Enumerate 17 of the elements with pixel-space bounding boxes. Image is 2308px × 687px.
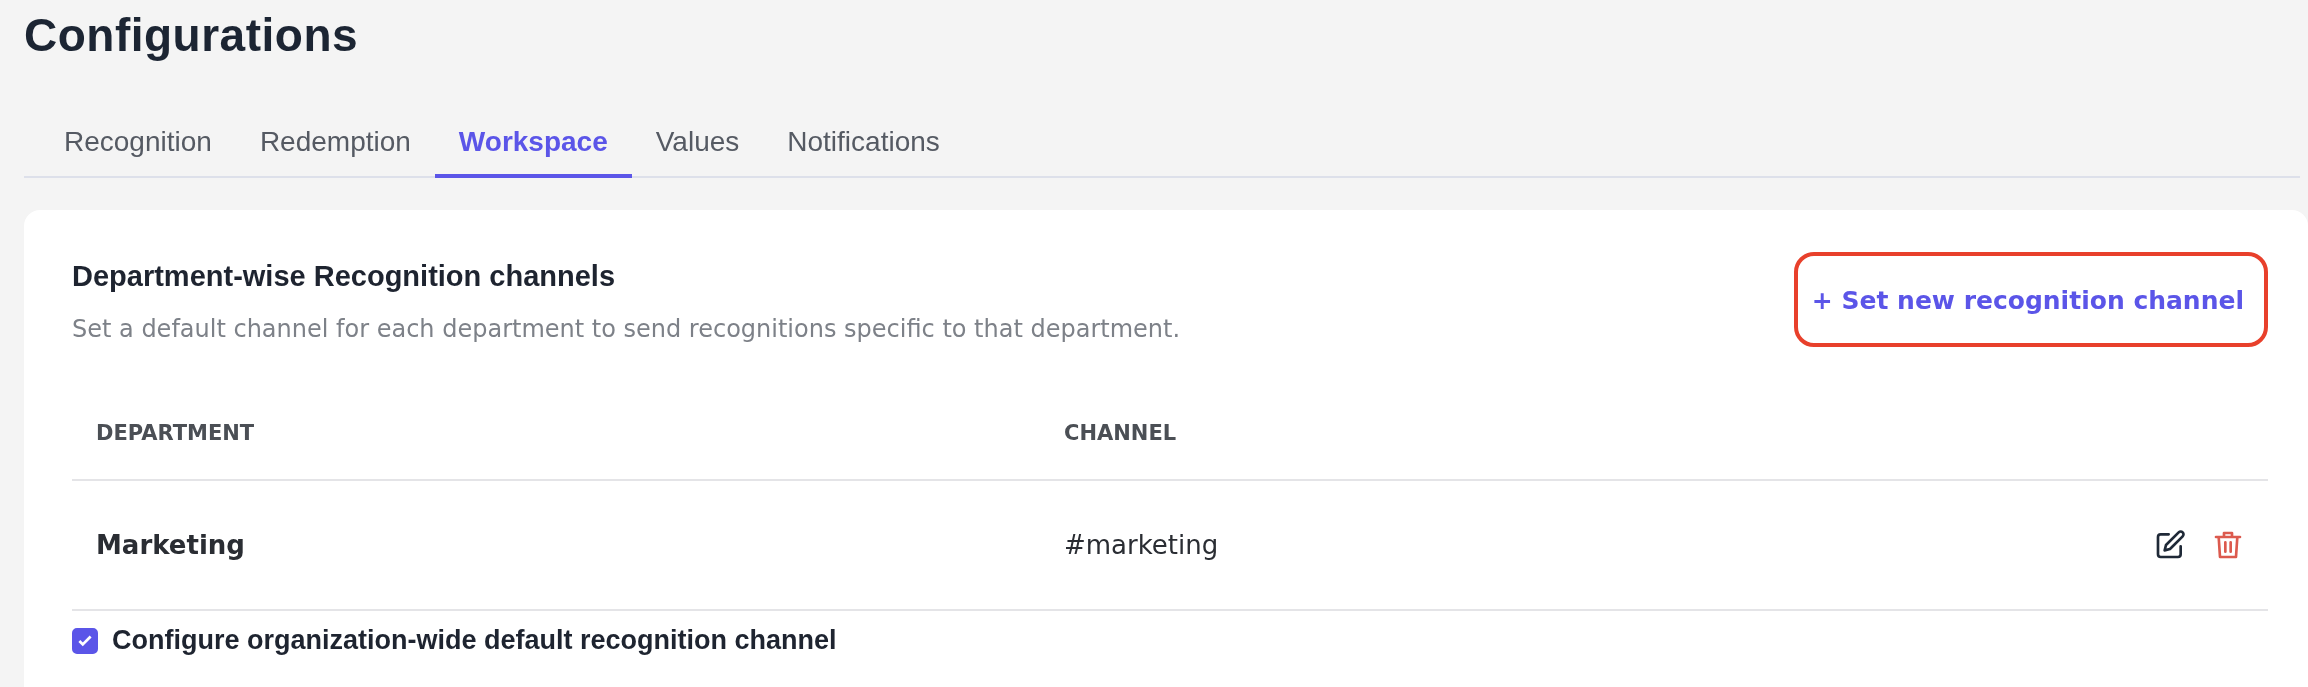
tab[interactable]: Workspace [434,114,632,178]
tab[interactable]: Notifications [763,114,964,178]
table-cell-text: #marketing [1064,530,1220,560]
section-description: Set a default channel for each department to send recognitions specific to that department. [72,315,1181,343]
tab[interactable]: Values [631,114,764,178]
trash-icon[interactable] [2212,529,2244,561]
page-title: Configurations [24,8,360,62]
checkbox-label: Configure organization-wide default recognition channel [112,625,837,656]
column-header: DEPARTMENT [96,421,256,445]
edit-icon[interactable] [2154,529,2186,561]
section-title: Department-wise Recognition channels [72,260,617,293]
set-new-channel-link[interactable]: + Set new recognition channel [1793,252,2268,347]
checkbox[interactable] [72,627,98,654]
table-cell-text: Marketing [96,530,246,560]
column-header: CHANNEL [1064,421,1178,445]
tab[interactable]: Redemption [235,114,435,178]
tab[interactable]: Recognition [40,114,236,178]
